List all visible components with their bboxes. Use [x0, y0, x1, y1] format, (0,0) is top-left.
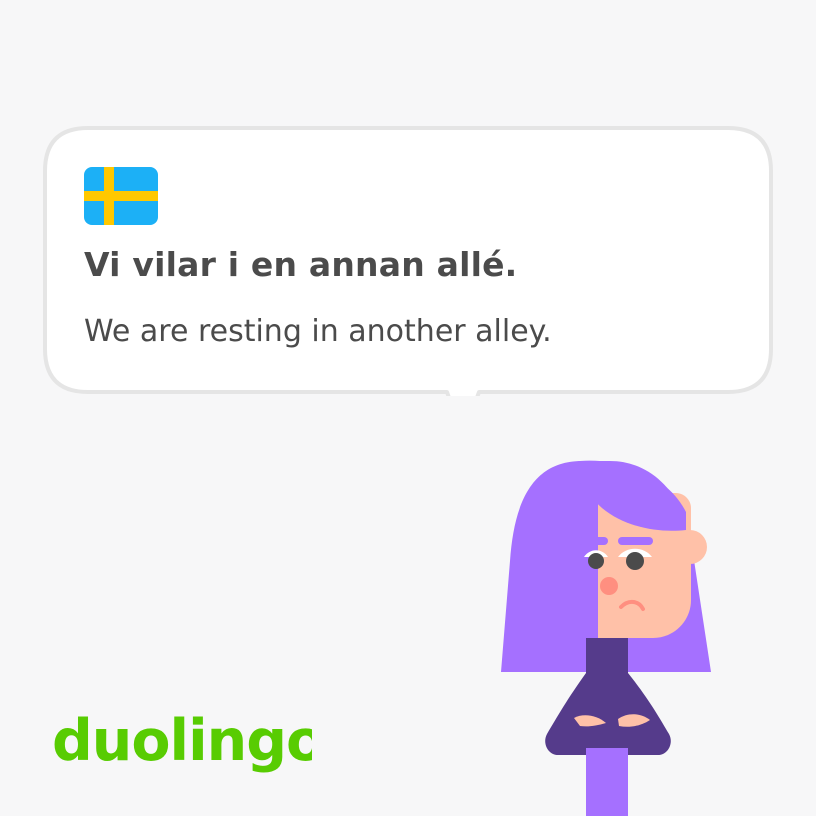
share-card: Vi vilar i en annan allé. We are resting… — [0, 0, 816, 816]
lily-character — [501, 460, 711, 816]
phrase-text: Vi vilar i en annan allé. — [84, 245, 518, 284]
sweden-flag-icon — [84, 167, 158, 225]
phrase-translation: We are resting in another alley. — [84, 314, 552, 349]
duolingo-logo: duolingo — [52, 708, 312, 774]
svg-text:duolingo: duolingo — [52, 708, 312, 774]
